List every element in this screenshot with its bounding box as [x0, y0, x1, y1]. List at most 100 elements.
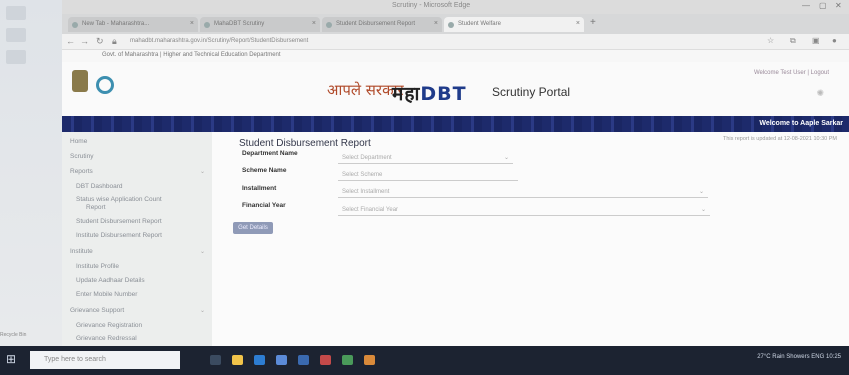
favicon-icon: [204, 22, 210, 28]
installment-label: Installment: [242, 185, 277, 192]
address-bar: ← → ↻ 🔒︎ mahadbt.maharashtra.gov.in/Scru…: [62, 34, 849, 50]
desktop-icon[interactable]: [6, 6, 26, 20]
sidebar-item-status-count[interactable]: Status wise Application Count: [76, 196, 162, 203]
app-icon[interactable]: [320, 355, 331, 365]
close-icon[interactable]: ✕: [835, 1, 842, 10]
dbt-text: DBT: [420, 83, 467, 105]
sidebar-item-dbt-dashboard[interactable]: DBT Dashboard: [76, 183, 123, 190]
department-select[interactable]: Select Department ⌄: [338, 152, 513, 164]
task-view-icon[interactable]: [210, 355, 221, 365]
financial-year-select[interactable]: Select Financial Year ⌄: [338, 204, 710, 216]
welcome-banner: Welcome to Aaple Sarkar: [759, 120, 843, 127]
desktop-icon[interactable]: [6, 50, 26, 64]
desktop-icon[interactable]: [6, 28, 26, 42]
chevron-down-icon: ⌄: [698, 189, 704, 195]
browser-tab[interactable]: Student Disbursement Report ×: [322, 17, 442, 32]
tab-close-icon[interactable]: ×: [576, 20, 580, 27]
desktop-area: Recycle Bin: [0, 0, 62, 346]
sidebar-item-reports[interactable]: Reports: [70, 168, 93, 175]
tab-close-icon[interactable]: ×: [190, 20, 194, 27]
tab-strip: New Tab - Maharashtra... × MahaDBT Scrut…: [62, 14, 849, 34]
tab-label: New Tab - Maharashtra...: [82, 21, 150, 27]
state-emblem-icon: [72, 70, 88, 92]
scheme-select[interactable]: Select Scheme: [338, 169, 518, 181]
screen: Recycle Bin Scrutiny - Microsoft Edge — …: [0, 0, 849, 375]
favicon-icon: [72, 22, 78, 28]
tab-close-icon[interactable]: ×: [312, 20, 316, 27]
mail-icon[interactable]: [298, 355, 309, 365]
sidebar-item-grievance-registration[interactable]: Grievance Registration: [76, 322, 142, 329]
sidebar-item-report[interactable]: Report: [86, 204, 106, 211]
header-stripe: Welcome to Aaple Sarkar: [62, 116, 849, 132]
department-placeholder: Select Department: [342, 155, 392, 161]
get-details-button[interactable]: Get Details: [233, 222, 273, 234]
tab-label: MahaDBT Scrutiny: [214, 21, 265, 27]
financial-year-label: Financial Year: [242, 202, 286, 209]
profile-icon[interactable]: ●: [832, 36, 837, 45]
financial-year-placeholder: Select Financial Year: [342, 207, 399, 213]
chevron-down-icon[interactable]: ⌄: [200, 248, 205, 255]
page-title: Student Disbursement Report: [239, 138, 371, 149]
tab-close-icon[interactable]: ×: [434, 20, 438, 27]
chevron-down-icon[interactable]: ⌄: [200, 307, 205, 314]
main-content: Student Disbursement Report This report …: [212, 132, 849, 346]
collections-icon[interactable]: ▣: [812, 36, 820, 45]
extensions-icon[interactable]: ⧉: [790, 36, 796, 46]
tab-label: Student Disbursement Report: [336, 21, 416, 27]
app-icon[interactable]: [342, 355, 353, 365]
user-info[interactable]: Welcome Test User | Logout: [754, 70, 829, 76]
system-tray[interactable]: 27°C Rain Showers ENG 10:25: [757, 354, 841, 360]
browser-tab[interactable]: MahaDBT Scrutiny ×: [200, 17, 320, 32]
app-icon[interactable]: [364, 355, 375, 365]
department-label: Department Name: [242, 150, 298, 157]
browser-tab-active[interactable]: Student Welfare ×: [444, 17, 584, 32]
bookmarks-bar: Govt. of Maharashtra | Higher and Techni…: [62, 50, 849, 62]
site-header: आपले सरकार महाDBT Scrutiny Portal Welcom…: [62, 62, 849, 116]
bookmark-item[interactable]: Govt. of Maharashtra | Higher and Techni…: [102, 52, 281, 58]
mahadbt-logo: महाDBT: [392, 80, 467, 106]
maximize-icon[interactable]: ▢: [819, 1, 827, 10]
sidebar-item-update-aadhaar[interactable]: Update Aadhaar Details: [76, 277, 145, 284]
star-icon[interactable]: ☆: [767, 36, 774, 45]
emblem-right-icon: ✺: [816, 88, 824, 98]
url-field[interactable]: mahadbt.maharashtra.gov.in/Scrutiny/Repo…: [122, 36, 730, 47]
logo-icon: [96, 76, 114, 94]
last-updated-text: This report is updated at 12-08-2021 10:…: [722, 136, 837, 142]
minimize-icon[interactable]: —: [802, 1, 810, 10]
maha-text: महा: [392, 83, 421, 105]
chevron-down-icon: ⌄: [503, 155, 509, 161]
sidebar-item-enter-mobile[interactable]: Enter Mobile Number: [76, 291, 137, 298]
store-icon[interactable]: [276, 355, 287, 365]
sidebar-item-home[interactable]: Home: [70, 138, 87, 145]
installment-placeholder: Select Installment: [342, 189, 390, 195]
chevron-down-icon: ⌄: [700, 207, 706, 213]
sidebar-item-student-disbursement[interactable]: Student Disbursement Report: [76, 218, 162, 225]
favicon-icon: [326, 22, 332, 28]
sidebar-item-institute[interactable]: Institute: [70, 248, 93, 255]
file-explorer-icon[interactable]: [232, 355, 243, 365]
chevron-down-icon[interactable]: ⌄: [200, 168, 205, 175]
new-tab-icon[interactable]: +: [590, 17, 596, 28]
scheme-label: Scheme Name: [242, 167, 287, 174]
installment-select[interactable]: Select Installment ⌄: [338, 186, 708, 198]
sidebar: Home Scrutiny Reports ⌄ DBT Dashboard St…: [62, 132, 212, 346]
sidebar-item-scrutiny[interactable]: Scrutiny: [70, 153, 93, 160]
windows-start-icon[interactable]: ⊞: [6, 352, 16, 366]
lock-icon: 🔒︎: [112, 36, 117, 46]
taskbar: ⊞ Type here to search 27°C Rain Showers …: [0, 346, 849, 375]
back-icon[interactable]: ←: [66, 36, 75, 46]
sidebar-item-institute-disbursement[interactable]: Institute Disbursement Report: [76, 232, 162, 239]
sidebar-item-institute-profile[interactable]: Institute Profile: [76, 263, 119, 270]
browser-tab[interactable]: New Tab - Maharashtra... ×: [68, 17, 198, 32]
sidebar-item-grievance-redressal[interactable]: Grievance Redressal: [76, 335, 137, 342]
recycle-bin-label[interactable]: Recycle Bin: [0, 332, 26, 338]
window-titlebar: Scrutiny - Microsoft Edge — ▢ ✕: [62, 0, 849, 14]
refresh-icon[interactable]: ↻: [96, 36, 104, 47]
taskbar-search[interactable]: Type here to search: [30, 351, 180, 369]
edge-icon[interactable]: [254, 355, 265, 365]
tab-label: Student Welfare: [458, 21, 501, 27]
forward-icon[interactable]: →: [80, 36, 89, 46]
scheme-placeholder: Select Scheme: [342, 172, 383, 178]
portal-title: Scrutiny Portal: [492, 85, 571, 99]
sidebar-item-grievance[interactable]: Grievance Support: [70, 307, 124, 314]
